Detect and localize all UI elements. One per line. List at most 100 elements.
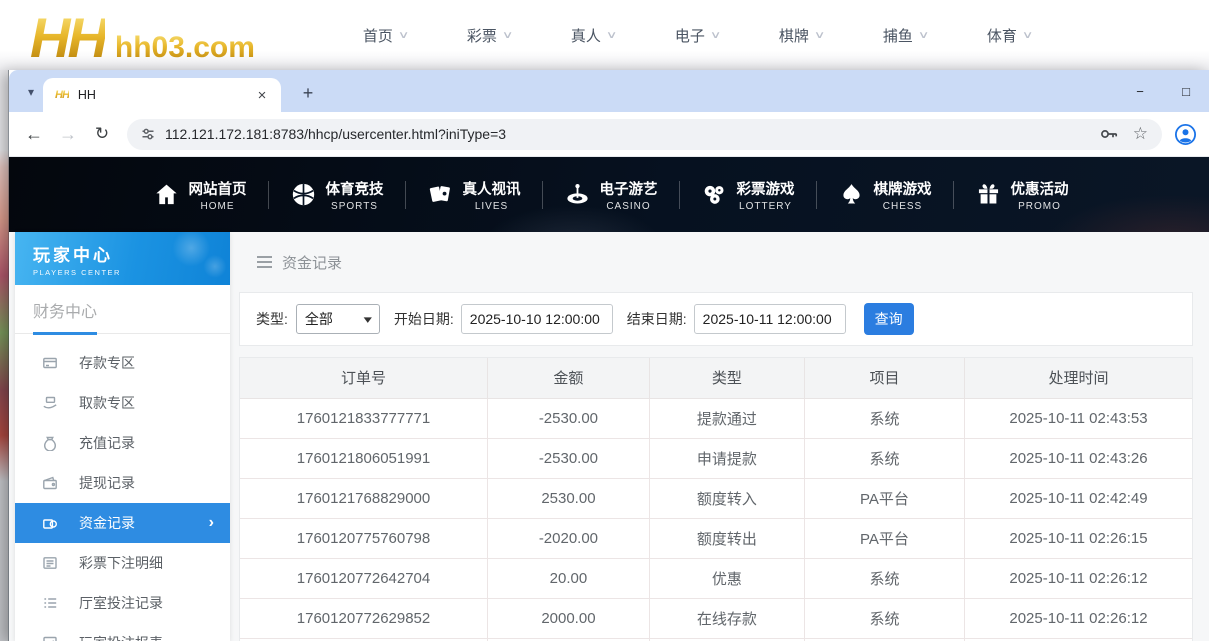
money-bag-icon	[42, 435, 58, 451]
cell-time: 2025-10-11 02:26:12	[963, 557, 1192, 599]
wallet-icon	[42, 475, 58, 491]
browser-tab[interactable]: HH HH ×	[43, 78, 281, 112]
game-nav-zh: 体育竞技	[325, 181, 384, 198]
cell-item: 系统	[804, 597, 965, 639]
site-logo[interactable]: HH hh03.com	[30, 0, 255, 70]
game-nav-casino[interactable]: 电子游艺 CASINO	[542, 157, 679, 232]
site-nav-lottery[interactable]: 彩票 ∨	[437, 25, 541, 46]
site-nav: 首页 ∨ 彩票 ∨ 真人 ∨ 电子 ∨ 棋牌 ∨ 捕鱼 ∨ 体育 ∨	[333, 0, 1061, 70]
site-nav-label: 电子	[674, 27, 705, 45]
sidebar-item-lottery-bets[interactable]: 彩票下注明细	[15, 543, 230, 583]
minimize-button[interactable]: −	[1117, 70, 1163, 112]
cell-order: 1760120772629852	[240, 597, 489, 639]
game-nav-en: CHESS	[882, 200, 923, 212]
col-header-item: 项目	[804, 358, 965, 399]
col-header-amount: 金额	[487, 358, 650, 399]
cell-order: 1760121833777771	[240, 397, 489, 439]
maximize-button[interactable]: □	[1163, 70, 1209, 112]
game-nav-en: LOTTERY	[739, 200, 792, 212]
col-header-order: 订单号	[240, 358, 489, 399]
bookmark-star-icon[interactable]: ☆	[1133, 124, 1148, 144]
chevron-down-icon: ∨	[397, 29, 410, 41]
cell-time: 2025-10-11 02:43:26	[963, 437, 1192, 479]
new-tab-button[interactable]: +	[295, 80, 321, 106]
cell-order: 1760121806051991	[240, 437, 489, 479]
profile-avatar-icon[interactable]	[1174, 123, 1197, 146]
funds-icon	[42, 515, 58, 531]
site-nav-sports[interactable]: 体育 ∨	[957, 25, 1061, 46]
sidebar-item-withdraw[interactable]: 取款专区	[15, 383, 230, 423]
cell-type: 申请提款	[648, 437, 806, 479]
sidebar-item-recharge-record[interactable]: 充值记录	[15, 423, 230, 463]
cell-time: 2025-10-11 02:43:53	[963, 397, 1192, 439]
sidebar-item-funds-record[interactable]: 资金记录 ›	[15, 503, 230, 543]
sidebar-item-label: 提现记录	[79, 475, 135, 491]
game-nav-zh: 优惠活动	[1010, 181, 1069, 198]
chevron-down-icon: ∨	[1021, 29, 1034, 41]
game-nav-home[interactable]: 网站首页 HOME	[131, 157, 268, 232]
roulette-icon	[566, 184, 588, 204]
game-nav-lottery[interactable]: 彩票游戏 LOTTERY	[679, 157, 816, 232]
deposit-card-icon	[42, 355, 58, 371]
tab-title: HH	[77, 88, 96, 102]
table-row: 1760121833777771 -2530.00 提款通过 系统 2025-1…	[240, 397, 1192, 439]
cell-item: 系统	[804, 437, 965, 479]
site-nav-live[interactable]: 真人 ∨	[541, 25, 645, 46]
select-arrow-icon: ▾	[363, 313, 373, 326]
sidebar-item-label: 存款专区	[79, 355, 135, 371]
game-nav-zh: 网站首页	[188, 181, 247, 198]
sidebar-item-withdrawal-record[interactable]: 提现记录	[15, 463, 230, 503]
playing-cards-icon	[429, 186, 450, 202]
chevron-right-icon: ›	[208, 514, 214, 531]
tab-search-chevron-icon[interactable]: ▾	[21, 82, 41, 102]
end-date-input[interactable]	[693, 304, 846, 334]
sidebar-item-label: 彩票下注明细	[79, 555, 163, 571]
withdraw-hand-icon	[42, 395, 58, 411]
cell-time: 2025-10-11 02:42:49	[963, 477, 1192, 519]
site-info-icon[interactable]	[141, 127, 155, 141]
back-button[interactable]: ←	[17, 117, 51, 151]
site-nav-label: 彩票	[466, 27, 497, 45]
password-key-icon[interactable]	[1100, 127, 1119, 141]
address-bar[interactable]: 112.121.172.181:8783/hhcp/usercenter.htm…	[127, 118, 1162, 150]
chevron-down-icon: ∨	[501, 29, 514, 41]
game-nav-en: PROMO	[1018, 200, 1061, 212]
type-select[interactable]: 全部 ▾	[295, 304, 380, 334]
cell-type: 额度转入	[648, 477, 806, 519]
game-nav-en: SPORTS	[331, 200, 378, 212]
site-nav-label: 棋牌	[778, 27, 809, 45]
query-button[interactable]: 查询	[863, 303, 914, 335]
cell-order: 1760120775760798	[240, 517, 489, 559]
site-nav-chess[interactable]: 棋牌 ∨	[749, 25, 853, 46]
start-date-input[interactable]	[460, 304, 613, 334]
sidebar-item-label: 资金记录	[79, 515, 135, 531]
cell-time: 2025-10-11 02:26:12	[963, 597, 1192, 639]
cell-order: 1760121768829000	[240, 477, 489, 519]
cell-type: 提款通过	[648, 397, 806, 439]
reload-button[interactable]: ↻	[85, 117, 119, 151]
site-nav-fishing[interactable]: 捕鱼 ∨	[853, 25, 957, 46]
chevron-down-icon: ∨	[605, 29, 618, 41]
forward-button[interactable]: →	[51, 117, 85, 151]
cell-amount: -2020.00	[487, 517, 650, 559]
site-nav-home[interactable]: 首页 ∨	[333, 25, 437, 46]
game-nav-promo[interactable]: 优惠活动 PROMO	[953, 157, 1090, 232]
game-nav-live[interactable]: 真人视讯 LIVES	[405, 157, 542, 232]
site-nav-slots[interactable]: 电子 ∨	[645, 25, 749, 46]
close-icon[interactable]: ×	[253, 86, 271, 104]
game-nav-chess[interactable]: 棋牌游戏 CHESS	[816, 157, 953, 232]
table-row: 1760120772629852 2000.00 在线存款 系统 2025-10…	[240, 597, 1192, 639]
game-nav-sports[interactable]: 体育竞技 SPORTS	[268, 157, 405, 232]
lottery-balls-icon	[704, 185, 723, 204]
tab-favicon: HH	[55, 89, 70, 101]
cell-amount: 2000.00	[487, 597, 650, 639]
sidebar-item-bet-report[interactable]: 玩家投注报表	[15, 623, 230, 641]
sidebar-item-label: 取款专区	[79, 395, 135, 411]
cell-order: 1760120772642704	[240, 557, 489, 599]
sports-ball-icon	[292, 183, 314, 206]
sidebar-item-deposit[interactable]: 存款专区	[15, 343, 230, 383]
url-text[interactable]: 112.121.172.181:8783/hhcp/usercenter.htm…	[165, 126, 1086, 142]
sidebar-item-room-bets[interactable]: 厅室投注记录	[15, 583, 230, 623]
type-label: 类型:	[256, 311, 288, 327]
game-nav-en: HOME	[200, 200, 235, 212]
